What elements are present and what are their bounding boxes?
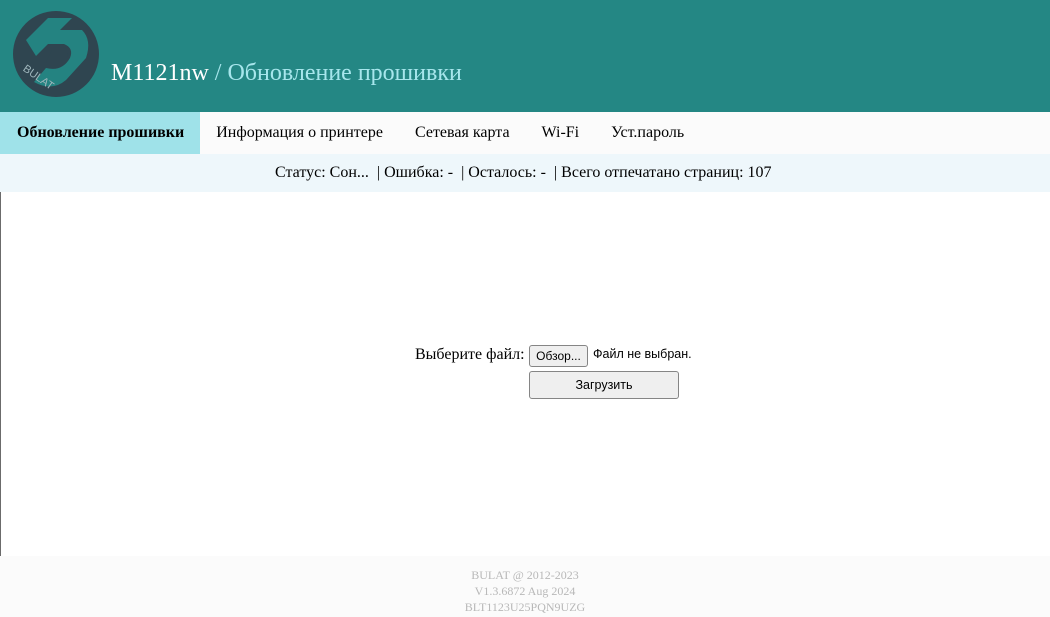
printer-model: M1121nw [111,60,209,86]
footer-version: V1.3.6872 Aug 2024 [474,584,576,598]
status-value: Сон... [329,164,369,181]
section-title: Обновление прошивки [227,60,462,86]
file-status-text: Файл не выбран. [593,347,692,361]
footer-serial: BLT1123U25PQN9UZG [464,600,586,614]
top-nav: Обновление прошивки Информация о принтер… [0,112,1050,154]
footer: BULAT @ 2012-2023 V1.3.6872 Aug 2024 BLT… [0,556,1050,617]
nav-tab-printer-info[interactable]: Информация о принтере [200,112,399,154]
footer-copyright: BULAT @ 2012-2023 [471,568,579,582]
nav-tab-wifi[interactable]: Wi-Fi [526,112,596,154]
remaining-value: - [540,164,546,181]
nav-tab-network-card[interactable]: Сетевая карта [399,112,526,154]
nav-tab-set-password[interactable]: Уст.пароль [595,112,700,154]
header-banner: BULAT M1121nw / Обновление прошивки [0,0,1050,112]
file-select-label: Выберите файл: [415,346,525,363]
browse-button[interactable]: Обзор... [529,345,588,367]
status-bar: Статус: Сон... | Ошибка: - | Осталось: -… [0,154,1050,192]
total-pages-value: 107 [747,164,772,181]
bulat-logo: BULAT [13,11,99,97]
page-title: M1121nw / Обновление прошивки [111,58,462,88]
error-value: - [447,164,454,181]
total-pages-label: Всего отпечатано страниц: [561,164,744,181]
status-label: Статус: [275,164,326,181]
title-separator: / [208,60,228,86]
remaining-label: Осталось: [468,164,537,181]
nav-tab-firmware-update[interactable]: Обновление прошивки [0,112,201,154]
error-label: Ошибка: [384,164,444,181]
firmware-upload-form: Выберите файл: Обзор... Файл не выбран. … [415,344,735,404]
upload-button[interactable]: Загрузить [529,371,679,399]
status-line: Статус: Сон... | Ошибка: - | Осталось: -… [275,164,772,181]
